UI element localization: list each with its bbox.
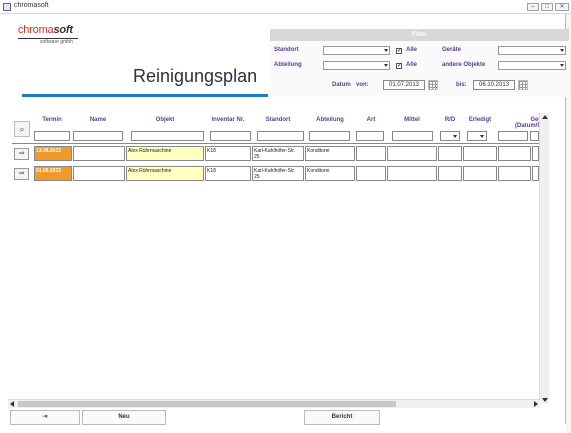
objekt-cell[interactable]: Alex Rührmaschine	[126, 166, 204, 181]
andere-objekte-label: andere Objekte	[442, 62, 486, 68]
filter-mittel[interactable]	[392, 131, 433, 141]
scroll-down-icon[interactable]	[542, 398, 548, 402]
geprueft-extra-cell[interactable]	[532, 146, 539, 161]
standort-select[interactable]	[323, 46, 390, 55]
filter-termin[interactable]	[34, 131, 70, 141]
search-reset-icon[interactable]: ⌕	[14, 121, 30, 137]
datum-bis-input[interactable]: 06.10.2013	[473, 80, 515, 90]
col-standort: Standort	[265, 117, 291, 123]
geprueft-extra-cell[interactable]	[532, 166, 539, 181]
scroll-thumb[interactable]	[18, 401, 396, 407]
termin-cell[interactable]: 01.09.2013	[34, 166, 72, 181]
scroll-right-icon[interactable]	[534, 401, 538, 407]
page-title: Reinigungsplan	[133, 66, 258, 86]
von-label: von:	[356, 82, 369, 88]
standort-label: Standort	[274, 47, 299, 53]
erledigt-cell[interactable]	[463, 146, 497, 161]
abteilung-select[interactable]	[323, 61, 390, 70]
exit-button[interactable]: ⇥	[10, 410, 80, 425]
filter-art[interactable]	[356, 131, 384, 141]
mittel-cell[interactable]	[387, 146, 437, 161]
horizontal-scrollbar[interactable]	[8, 399, 540, 408]
datum-von-input[interactable]: 01.07.2013	[383, 80, 425, 90]
filter-abteilung[interactable]	[309, 131, 350, 141]
filter-rd-dropdown[interactable]	[440, 131, 460, 141]
app-icon	[3, 3, 11, 11]
filter-inventar[interactable]	[210, 131, 251, 141]
abteilung-cell[interactable]: Konditorei	[305, 166, 355, 181]
header-separator	[12, 143, 539, 144]
title-underline	[22, 94, 268, 97]
scroll-left-icon[interactable]	[10, 401, 14, 407]
inventar-cell[interactable]: K18	[205, 166, 251, 181]
name-cell[interactable]	[73, 146, 125, 161]
geraete-label: Geräte	[442, 47, 462, 53]
filter-panel: Filter Standort ✓ Alle Geräte Abteilung …	[270, 29, 569, 97]
filter-geprueft-extra[interactable]	[530, 131, 539, 141]
geprueft-cell[interactable]	[498, 166, 531, 181]
maximize-button[interactable]: □	[541, 3, 553, 11]
standort-cell[interactable]: Karl-Kahlhöfer-Str. 25	[252, 166, 304, 181]
calendar-von-icon[interactable]	[428, 80, 438, 90]
termin-cell[interactable]: 13.08.2013	[34, 146, 72, 161]
standort-cell[interactable]: Karl-Kahlhöfer-Str. 25	[252, 146, 304, 161]
vertical-scrollbar[interactable]	[539, 113, 549, 404]
inventar-cell[interactable]: K18	[205, 146, 251, 161]
col-name: Name	[89, 117, 107, 123]
col-inventar: Inventar Nr.	[211, 117, 245, 123]
art-cell[interactable]	[356, 166, 386, 181]
col-geprueft: Gep- (Datum/Ur	[514, 117, 544, 129]
filter-standort[interactable]	[257, 131, 304, 141]
window-title: chromasoft	[14, 2, 49, 9]
alle-abteilung-label: Alle	[406, 62, 418, 68]
art-cell[interactable]	[356, 146, 386, 161]
abteilung-label: Abteilung	[274, 62, 302, 68]
minimize-button[interactable]: –	[527, 3, 539, 11]
close-button[interactable]: ✕	[555, 3, 569, 11]
filter-header: Filter	[270, 29, 569, 41]
geprueft-cell[interactable]	[498, 146, 531, 161]
col-mittel: Mittel	[404, 117, 420, 123]
filter-objekt[interactable]	[131, 131, 204, 141]
abteilung-cell[interactable]: Konditorei	[305, 146, 355, 161]
scroll-up-icon[interactable]	[542, 115, 548, 119]
filter-erledigt-dropdown[interactable]	[467, 131, 487, 141]
window-titlebar: chromasoft – □ ✕	[0, 0, 571, 14]
bericht-button[interactable]: Bericht	[304, 410, 380, 425]
open-row-button[interactable]: ⇒	[14, 168, 29, 180]
calendar-bis-icon[interactable]	[518, 80, 528, 90]
andere-objekte-select[interactable]	[498, 61, 566, 70]
open-row-button[interactable]: ⇒	[14, 148, 29, 160]
neu-button[interactable]: Neu	[82, 410, 166, 425]
filter-name[interactable]	[73, 131, 123, 141]
alle-standort-label: Alle	[406, 47, 418, 53]
col-art: Art	[366, 117, 376, 123]
alle-standort-checkbox[interactable]: ✓	[396, 48, 402, 54]
erledigt-cell[interactable]	[463, 166, 497, 181]
geraete-select[interactable]	[498, 46, 566, 55]
col-erledigt: Erledigt	[468, 117, 492, 123]
col-rd: R/D	[444, 117, 456, 123]
exit-icon: ⇥	[42, 414, 48, 420]
col-abteilung: Abteilung	[316, 117, 344, 123]
col-objekt: Objekt	[155, 117, 175, 123]
name-cell[interactable]	[73, 166, 125, 181]
chromasoft-logo: chromasoft software gmbh	[18, 24, 78, 56]
filter-geprueft[interactable]	[498, 131, 528, 141]
mittel-cell[interactable]	[387, 166, 437, 181]
rd-cell[interactable]	[438, 166, 462, 181]
datum-label: Datum	[332, 82, 351, 88]
alle-abteilung-checkbox[interactable]: ✓	[396, 63, 402, 69]
col-termin: Termin	[42, 117, 62, 123]
bis-label: bis:	[456, 82, 467, 88]
objekt-cell[interactable]: Alex Rührmaschine	[126, 146, 204, 161]
rd-cell[interactable]	[438, 146, 462, 161]
